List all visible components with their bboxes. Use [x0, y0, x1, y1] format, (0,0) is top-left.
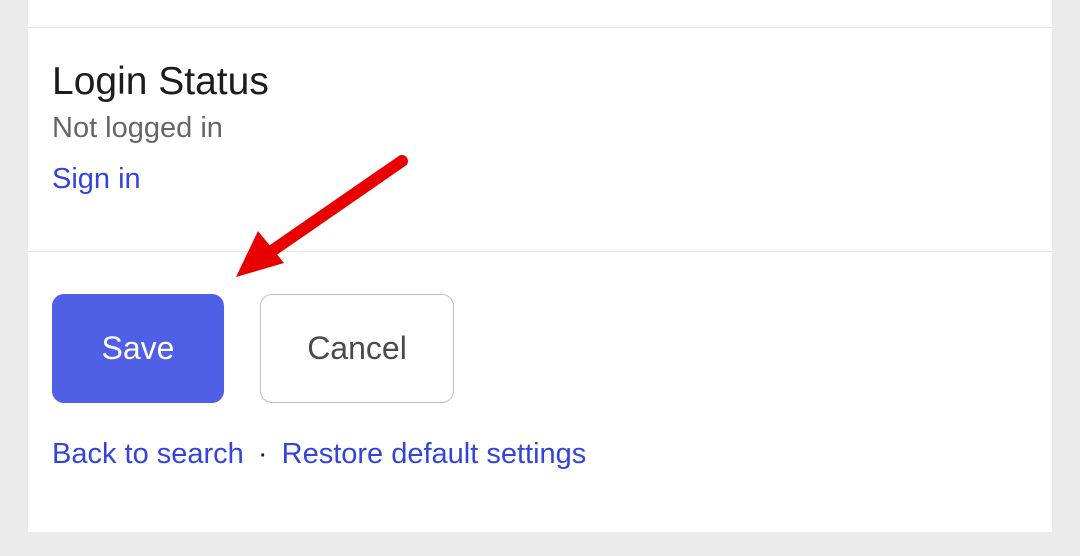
top-divider: [28, 27, 1052, 28]
footer-links: Back to search · Restore default setting…: [52, 438, 586, 471]
section-divider: [28, 251, 1052, 252]
cancel-button[interactable]: Cancel: [260, 294, 454, 403]
link-separator: ·: [258, 438, 268, 470]
back-to-search-link[interactable]: Back to search: [52, 438, 244, 470]
action-buttons: Save Cancel: [52, 294, 454, 403]
restore-defaults-link[interactable]: Restore default settings: [282, 438, 587, 470]
settings-panel: Login Status Not logged in Sign in Save …: [28, 0, 1052, 532]
sign-in-link[interactable]: Sign in: [52, 163, 141, 196]
save-button[interactable]: Save: [52, 294, 224, 403]
login-status-section: Login Status Not logged in Sign in: [28, 0, 1052, 196]
login-status-title: Login Status: [52, 60, 1028, 104]
login-status-value: Not logged in: [52, 112, 1028, 145]
